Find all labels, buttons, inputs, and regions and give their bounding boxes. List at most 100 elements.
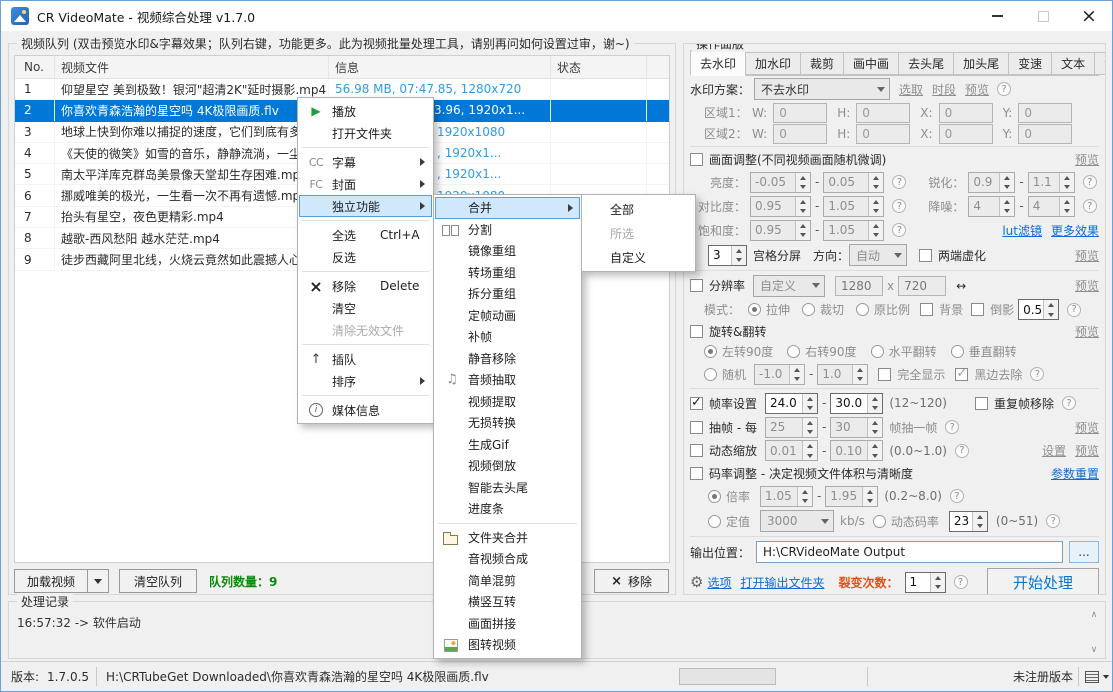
rotate-left-radio[interactable]: [704, 345, 717, 358]
menu-item[interactable]: 智能去头尾: [435, 477, 580, 499]
column-header-status[interactable]: 状态: [551, 56, 647, 78]
spin-up-icon[interactable]: [1060, 173, 1074, 183]
spin-up-icon[interactable]: [973, 512, 987, 522]
region1-x-input[interactable]: 0: [939, 103, 993, 123]
menu-item[interactable]: 进度条: [435, 498, 580, 520]
spinner-buttons[interactable]: [795, 197, 810, 216]
grid-count-spinner[interactable]: 3: [708, 245, 747, 266]
help-icon[interactable]: ?: [955, 444, 969, 458]
reflection-checkbox[interactable]: [971, 303, 984, 316]
zoom-min-spinner[interactable]: 0.01: [765, 440, 818, 461]
swap-dimensions-icon[interactable]: ↔: [956, 279, 966, 293]
menu-item[interactable]: 播放: [299, 100, 432, 122]
reset-params-link[interactable]: 参数重置: [1051, 465, 1099, 482]
spin-down-icon[interactable]: [868, 403, 882, 413]
spin-up-icon[interactable]: [796, 197, 810, 207]
help-icon[interactable]: ?: [1046, 514, 1060, 528]
spin-down-icon[interactable]: [868, 427, 882, 437]
menu-item[interactable]: 生成Gif: [435, 434, 580, 456]
region2-x-input[interactable]: 0: [939, 124, 993, 144]
spin-down-icon[interactable]: [853, 374, 867, 384]
spin-up-icon[interactable]: [869, 221, 883, 231]
menu-item[interactable]: 封面: [299, 173, 432, 195]
spin-down-icon[interactable]: [931, 582, 945, 592]
spin-down-icon[interactable]: [796, 206, 810, 216]
load-videos-dropdown-button[interactable]: [87, 569, 109, 593]
spin-down-icon[interactable]: [803, 451, 817, 461]
spinner-buttons[interactable]: [862, 487, 877, 506]
preview-link[interactable]: 预览: [1075, 151, 1099, 168]
flip-vertical-radio[interactable]: [951, 345, 964, 358]
region1-h-input[interactable]: 0: [856, 103, 910, 123]
spinner-buttons[interactable]: [731, 246, 746, 265]
reflection-value-spinner[interactable]: 0.5: [1018, 299, 1059, 320]
region1-w-input[interactable]: 0: [773, 103, 827, 123]
brightness-min-spinner[interactable]: -0.05: [750, 172, 811, 193]
tab-8[interactable]: 背景音: [1095, 52, 1106, 75]
menu-item[interactable]: 补帧: [435, 326, 580, 348]
settings-link[interactable]: 设置: [1042, 442, 1066, 459]
menu-item[interactable]: 全选Ctrl+A: [299, 224, 432, 246]
black-border-remove-checkbox[interactable]: [955, 368, 968, 381]
period-link[interactable]: 时段: [932, 81, 956, 98]
original-ratio-radio[interactable]: [856, 303, 869, 316]
random-max-spinner[interactable]: 1.0: [817, 364, 868, 385]
menu-item[interactable]: 插队: [299, 348, 432, 370]
help-icon[interactable]: ?: [1062, 396, 1076, 410]
spin-down-icon[interactable]: [869, 230, 883, 240]
log-view-toggle[interactable]: [1085, 662, 1109, 691]
help-icon[interactable]: ?: [997, 82, 1011, 96]
spinner-buttons[interactable]: [802, 394, 817, 413]
spinner-buttons[interactable]: [789, 365, 804, 384]
spin-up-icon[interactable]: [790, 365, 804, 375]
framerate-min-spinner[interactable]: 24.0: [765, 393, 818, 414]
fixed-value-radio[interactable]: [708, 515, 721, 528]
scroll-down-icon[interactable]: ∨: [1091, 645, 1098, 655]
clear-queue-button[interactable]: 清空队列: [119, 569, 197, 593]
contrast-min-spinner[interactable]: 0.95: [750, 196, 811, 217]
tab-7[interactable]: 文本: [1052, 52, 1095, 75]
menu-item[interactable]: 定帧动画: [435, 305, 580, 327]
help-icon[interactable]: ?: [892, 223, 906, 237]
spin-down-icon[interactable]: [863, 496, 877, 506]
spin-up-icon[interactable]: [868, 418, 882, 428]
crf-spinner[interactable]: 23: [949, 511, 988, 532]
remove-button[interactable]: ×移除: [594, 569, 669, 593]
spinner-buttons[interactable]: [802, 441, 817, 460]
close-button[interactable]: [1066, 1, 1112, 31]
saturation-max-spinner[interactable]: 1.05: [823, 220, 884, 241]
spinner-buttons[interactable]: [868, 173, 883, 192]
tab-6[interactable]: 变速: [1009, 52, 1052, 75]
tab-3[interactable]: 画中画: [844, 52, 899, 75]
spin-down-icon[interactable]: [803, 427, 817, 437]
menu-item[interactable]: 图转视频: [435, 634, 580, 656]
picture-adjust-checkbox[interactable]: [690, 153, 703, 166]
menu-item[interactable]: 视频提取: [435, 391, 580, 413]
fixed-bitrate-select[interactable]: 3000: [760, 510, 834, 532]
column-header-no[interactable]: No.: [15, 56, 55, 78]
menu-item[interactable]: 清空: [299, 297, 432, 319]
spin-up-icon[interactable]: [803, 441, 817, 451]
help-icon[interactable]: ?: [1083, 175, 1097, 189]
preview-link[interactable]: 预览: [1075, 323, 1099, 340]
spin-up-icon[interactable]: [796, 173, 810, 183]
help-icon[interactable]: ?: [950, 489, 964, 503]
menu-item[interactable]: 视频倒放: [435, 455, 580, 477]
minimize-button[interactable]: [974, 1, 1020, 31]
extract-min-spinner[interactable]: 25: [765, 417, 818, 438]
spin-up-icon[interactable]: [1000, 197, 1014, 207]
spin-down-icon[interactable]: [798, 496, 812, 506]
tab-1[interactable]: 加水印: [746, 52, 801, 75]
start-processing-button[interactable]: 开始处理: [987, 568, 1099, 596]
options-link[interactable]: 选项: [707, 574, 731, 591]
menu-item[interactable]: 无损转换: [435, 412, 580, 434]
spin-down-icon[interactable]: [1044, 310, 1058, 320]
spinner-buttons[interactable]: [852, 365, 867, 384]
load-videos-button[interactable]: 加载视频: [14, 569, 88, 593]
bitrate-checkbox[interactable]: [690, 467, 703, 480]
spin-down-icon[interactable]: [1000, 182, 1014, 192]
spinner-buttons[interactable]: [867, 418, 882, 437]
edge-blur-checkbox[interactable]: [919, 249, 932, 262]
stretch-radio[interactable]: [748, 303, 761, 316]
spin-up-icon[interactable]: [868, 441, 882, 451]
